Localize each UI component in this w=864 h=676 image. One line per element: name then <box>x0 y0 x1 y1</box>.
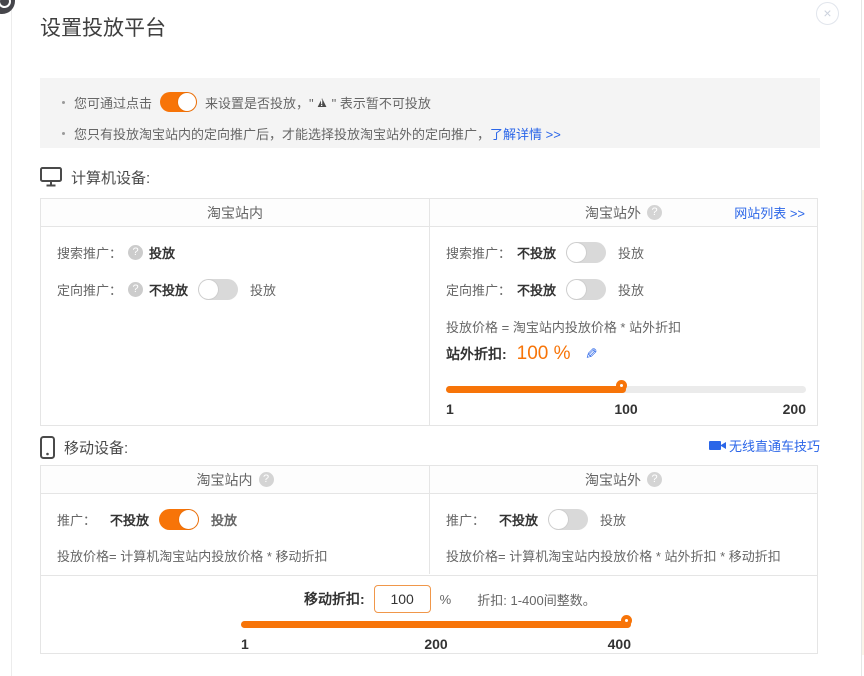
page-title: 设置投放平台 <box>40 12 166 42</box>
example-toggle[interactable] <box>160 92 197 112</box>
mobile-onsite-promo-toggle[interactable] <box>159 509 199 530</box>
computer-section-label: 计算机设备: <box>71 167 150 188</box>
header-offsite: 淘宝站外 ? 网站列表 >> <box>429 199 817 226</box>
help-icon[interactable]: ? <box>128 245 143 260</box>
site-list-link[interactable]: 网站列表 >> <box>734 203 805 222</box>
bullet-icon <box>62 101 65 104</box>
notice-box: 您可通过点击 来设置是否投放，" ▲! " 表示暂不可投放 您只有投放淘宝站内的… <box>40 78 820 148</box>
computer-table-header: 淘宝站内 淘宝站外 ? 网站列表 >> <box>41 199 817 227</box>
computer-onsite-cell: 搜索推广： ? 投放 定向推广： ? 不投放 投放 <box>41 227 429 426</box>
search-promo-row: 搜索推广： ? 投放 <box>57 241 175 263</box>
computer-offsite-search-toggle[interactable] <box>566 242 606 263</box>
video-camera-icon <box>709 441 721 450</box>
corner-badge-icon <box>0 0 15 14</box>
help-icon[interactable]: ? <box>647 472 662 487</box>
notice-text: 您可通过点击 <box>74 93 152 112</box>
mobile-icon <box>40 436 55 459</box>
mobile-offsite-promo-toggle[interactable] <box>548 509 588 530</box>
promo-row: 推广： 不投放 投放 <box>57 508 237 530</box>
computer-onsite-target-toggle[interactable] <box>198 279 238 300</box>
search-promo-row: 搜索推广： 不投放 投放 <box>446 241 644 263</box>
dialog-left-border <box>11 0 12 676</box>
header-onsite: 淘宝站内 ? <box>41 466 429 493</box>
notice-text: 您只有投放淘宝站内的定向推广后，才能选择投放淘宝站外的定向推广， <box>74 124 490 143</box>
slider-handle[interactable] <box>616 380 627 391</box>
search-promo-status: 投放 <box>149 243 175 262</box>
mobile-discount-controls: 移动折扣: % 折扣: 1-400间整数。 <box>304 584 596 614</box>
help-icon[interactable]: ? <box>647 205 662 220</box>
notice-text: 来设置是否投放，" <box>205 93 314 112</box>
mobile-table-header: 淘宝站内 ? 淘宝站外 ? <box>41 466 817 494</box>
target-promo-row: 定向推广： ? 不投放 投放 <box>57 278 276 300</box>
offsite-discount-value: 100 % <box>517 343 571 365</box>
percent-unit: % <box>440 592 452 607</box>
offsite-price-formula: 投放价格 = 淘宝站内投放价格 * 站外折扣 <box>446 317 681 336</box>
promo-row: 推广： 不投放 投放 <box>446 508 626 530</box>
edit-icon[interactable]: ✎ <box>585 345 598 363</box>
mobile-discount-slider[interactable] <box>241 621 631 628</box>
mobile-section-label: 移动设备: <box>64 437 128 458</box>
help-icon[interactable]: ? <box>128 282 143 297</box>
mobile-onsite-formula: 投放价格= 计算机淘宝站内投放价格 * 移动折扣 <box>57 546 328 565</box>
slider-handle[interactable] <box>621 615 632 626</box>
close-icon[interactable]: × <box>816 2 839 25</box>
notice-line-1: 您可通过点击 来设置是否投放，" ▲! " 表示暂不可投放 <box>62 88 798 116</box>
notice-line-2: 您只有投放淘宝站内的定向推广后，才能选择投放淘宝站外的定向推广， 了解详情 >> <box>62 123 798 143</box>
set-platform-dialog: × 设置投放平台 您可通过点击 来设置是否投放，" ▲! " 表示暂不可投放 您… <box>0 0 864 676</box>
mobile-discount-input[interactable] <box>374 585 431 613</box>
wireless-tips-link[interactable]: 无线直通车技巧 <box>709 436 820 455</box>
computer-table: 淘宝站内 淘宝站外 ? 网站列表 >> 搜索推广： ? 投放 定向推广： ? 不… <box>40 198 818 426</box>
header-onsite: 淘宝站内 <box>41 199 429 226</box>
mobile-table: 淘宝站内 ? 淘宝站外 ? 推广： 不投放 投放 投放价格= 计算机淘宝站内投放… <box>40 465 818 654</box>
target-promo-row: 定向推广： 不投放 投放 <box>446 278 644 300</box>
computer-offsite-target-toggle[interactable] <box>566 279 606 300</box>
mobile-offsite-cell: 推广： 不投放 投放 投放价格= 计算机淘宝站内投放价格 * 站外折扣 * 移动… <box>429 494 817 574</box>
mobile-onsite-cell: 推广： 不投放 投放 投放价格= 计算机淘宝站内投放价格 * 移动折扣 <box>41 494 429 574</box>
mobile-offsite-formula: 投放价格= 计算机淘宝站内投放价格 * 站外折扣 * 移动折扣 <box>446 546 781 565</box>
mobile-section-header: 移动设备: 无线直通车技巧 <box>40 434 820 460</box>
computer-icon <box>40 167 62 187</box>
learn-more-link[interactable]: 了解详情 >> <box>490 124 561 143</box>
mobile-discount-label: 移动折扣: <box>304 589 365 609</box>
warning-icon: ▲! <box>315 95 331 110</box>
notice-text: " 表示暂不可投放 <box>332 93 431 112</box>
discount-hint: 折扣: 1-400间整数。 <box>477 590 595 609</box>
help-icon[interactable]: ? <box>259 472 274 487</box>
bullet-icon <box>62 132 65 135</box>
header-offsite: 淘宝站外 ? <box>429 466 817 493</box>
computer-offsite-cell: 搜索推广： 不投放 投放 定向推广： 不投放 投放 投放价格 = 淘宝站内投放价… <box>429 227 817 426</box>
offsite-discount-slider[interactable] <box>446 386 806 393</box>
computer-section-header: 计算机设备: <box>40 164 820 190</box>
offsite-discount-row: 站外折扣: 100 % ✎ <box>446 343 597 365</box>
mobile-discount-row: 移动折扣: % 折扣: 1-400间整数。 1 200 400 <box>41 575 817 654</box>
